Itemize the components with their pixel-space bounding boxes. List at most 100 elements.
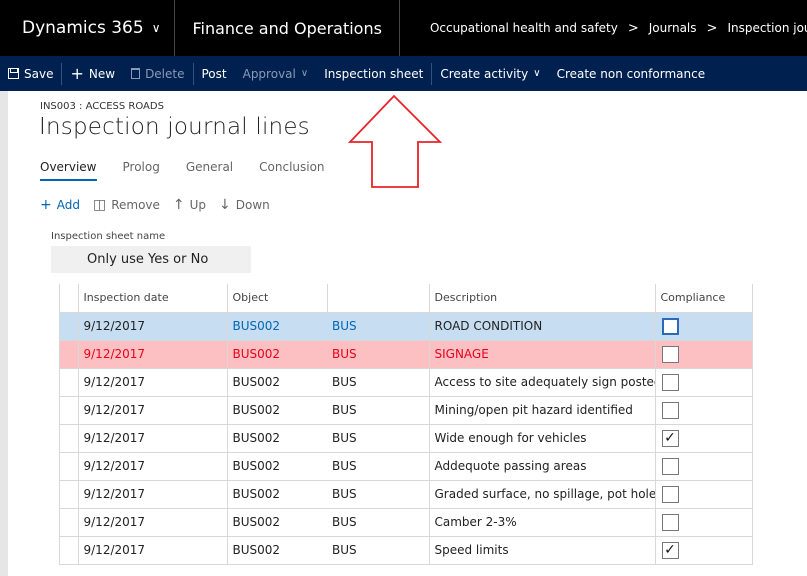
row-selector[interactable]	[60, 423, 79, 452]
cell-description[interactable]: SIGNAGE	[429, 339, 656, 368]
column-header-compliance[interactable]: Compliance	[655, 284, 753, 312]
create-activity-menu-button[interactable]: Create activity ∨	[432, 56, 548, 91]
cell-object[interactable]: BUS002	[227, 479, 327, 508]
table-row[interactable]: 9/12/2017 BUS002 BUS Wide enough for vehicl…	[60, 423, 753, 452]
row-selector[interactable]	[60, 479, 79, 508]
move-up-button[interactable]: ↑ Up	[173, 197, 206, 213]
cell-object[interactable]: BUS002	[227, 395, 327, 424]
cell-compliance	[655, 479, 753, 508]
table-row[interactable]: 9/12/2017 BUS002 BUS Addequote passing area…	[60, 451, 753, 480]
up-label: Up	[189, 198, 207, 212]
inspection-sheet-name-field[interactable]: Only use Yes or No	[51, 246, 251, 273]
save-button[interactable]: Save	[0, 56, 61, 91]
table-row[interactable]: 9/12/2017 BUS002 BUS Graded surface, no spi…	[60, 479, 753, 508]
cell-description[interactable]: ROAD CONDITION	[429, 311, 656, 340]
cell-inspection-date[interactable]: 9/12/2017	[78, 395, 228, 424]
compliance-checkbox[interactable]	[661, 317, 679, 335]
tab-general[interactable]: General	[186, 160, 233, 181]
table-row[interactable]: 9/12/2017 BUS002 BUS Speed limits ✓	[60, 535, 753, 565]
cell-object-type[interactable]: BUS	[327, 451, 430, 480]
cell-object-type[interactable]: BUS	[327, 311, 430, 340]
cell-compliance	[655, 339, 753, 368]
save-label: Save	[24, 66, 54, 81]
cell-object-type[interactable]: BUS	[327, 479, 430, 508]
cell-object-type[interactable]: BUS	[327, 507, 430, 536]
approval-menu-button[interactable]: Approval ∨	[235, 56, 317, 91]
cell-description[interactable]: Speed limits	[429, 535, 656, 565]
compliance-checkbox[interactable]	[661, 485, 679, 503]
cell-description[interactable]: Access to site adequately sign posted	[429, 367, 656, 396]
row-selector-header	[60, 284, 79, 312]
compliance-checkbox[interactable]	[661, 513, 679, 531]
compliance-checkbox[interactable]: ✓	[661, 541, 679, 559]
breadcrumb-item-journals[interactable]: Journals	[649, 21, 697, 35]
cell-object-type[interactable]: BUS	[327, 367, 430, 396]
row-selector[interactable]	[60, 451, 79, 480]
cell-object[interactable]: BUS002	[227, 311, 327, 340]
cell-inspection-date[interactable]: 9/12/2017	[78, 423, 228, 452]
cell-compliance	[655, 507, 753, 536]
cell-inspection-date[interactable]: 9/12/2017	[78, 535, 228, 565]
compliance-checkbox[interactable]: ✓	[661, 429, 679, 447]
cell-object[interactable]: BUS002	[227, 367, 327, 396]
cell-object-type[interactable]: BUS	[327, 423, 430, 452]
column-header-description[interactable]: Description	[429, 284, 656, 312]
post-button[interactable]: Post	[194, 56, 235, 91]
compliance-checkbox[interactable]	[661, 401, 679, 419]
new-button[interactable]: + New	[62, 56, 123, 91]
tab-overview[interactable]: Overview	[40, 160, 97, 181]
cell-inspection-date[interactable]: 9/12/2017	[78, 451, 228, 480]
row-selector[interactable]	[60, 395, 79, 424]
table-row[interactable]: 9/12/2017 BUS002 BUS SIGNAGE	[60, 339, 753, 368]
cell-description[interactable]: Wide enough for vehicles	[429, 423, 656, 452]
table-row[interactable]: 9/12/2017 BUS002 BUS ROAD CONDITION	[60, 311, 753, 340]
page-title: Inspection journal lines	[39, 114, 310, 140]
approval-label: Approval	[242, 66, 296, 81]
create-non-conformance-button[interactable]: Create non conformance	[549, 56, 714, 91]
cell-object[interactable]: BUS002	[227, 423, 327, 452]
row-selector[interactable]	[60, 367, 79, 396]
tab-conclusion[interactable]: Conclusion	[259, 160, 324, 181]
cell-object-type[interactable]: BUS	[327, 395, 430, 424]
checkmark-icon: ✓	[664, 430, 676, 446]
table-row[interactable]: 9/12/2017 BUS002 BUS Access to site adequat…	[60, 367, 753, 396]
compliance-checkbox[interactable]	[661, 457, 679, 475]
cell-object[interactable]: BUS002	[227, 339, 327, 368]
cell-object-type[interactable]: BUS	[327, 339, 430, 368]
cell-description[interactable]: Addequote passing areas	[429, 451, 656, 480]
app-switcher[interactable]: Dynamics 365 ∨	[0, 0, 176, 56]
tab-prolog[interactable]: Prolog	[123, 160, 160, 181]
row-selector[interactable]	[60, 507, 79, 536]
compliance-checkbox[interactable]	[661, 345, 679, 363]
cell-inspection-date[interactable]: 9/12/2017	[78, 507, 228, 536]
module-name[interactable]: Finance and Operations	[175, 0, 400, 56]
breadcrumb-item-inspection-journal[interactable]: Inspection journal	[727, 21, 807, 35]
cell-object[interactable]: BUS002	[227, 451, 327, 480]
cell-description[interactable]: Graded surface, no spillage, pot holes	[429, 479, 656, 508]
move-down-button[interactable]: ↓ Down	[219, 197, 270, 213]
remove-line-button[interactable]: ◫ Remove	[93, 197, 160, 213]
cell-inspection-date[interactable]: 9/12/2017	[78, 367, 228, 396]
cell-inspection-date[interactable]: 9/12/2017	[78, 479, 228, 508]
table-row[interactable]: 9/12/2017 BUS002 BUS Camber 2-3%	[60, 507, 753, 536]
cell-description[interactable]: Mining/open pit hazard identified	[429, 395, 656, 424]
inspection-sheet-button[interactable]: Inspection sheet	[316, 56, 431, 91]
cell-object[interactable]: BUS002	[227, 535, 327, 565]
cell-object[interactable]: BUS002	[227, 507, 327, 536]
row-selector[interactable]	[60, 535, 79, 565]
column-header-object[interactable]: Object	[227, 284, 328, 312]
row-selector[interactable]	[60, 339, 79, 368]
cell-inspection-date[interactable]: 9/12/2017	[78, 339, 228, 368]
column-header-inspection-date[interactable]: Inspection date	[78, 284, 228, 312]
add-line-button[interactable]: + Add	[40, 197, 80, 213]
cell-object-type[interactable]: BUS	[327, 535, 430, 565]
row-selector[interactable]	[60, 311, 79, 340]
breadcrumb-item-ohs[interactable]: Occupational health and safety	[430, 21, 618, 35]
delete-button[interactable]: Delete	[123, 56, 192, 91]
cell-description[interactable]: Camber 2-3%	[429, 507, 656, 536]
cell-inspection-date[interactable]: 9/12/2017	[78, 311, 228, 340]
arrow-up-icon: ↑	[172, 197, 185, 213]
trash-icon	[131, 68, 141, 79]
compliance-checkbox[interactable]	[661, 373, 679, 391]
table-row[interactable]: 9/12/2017 BUS002 BUS Mining/open pit hazard…	[60, 395, 753, 424]
